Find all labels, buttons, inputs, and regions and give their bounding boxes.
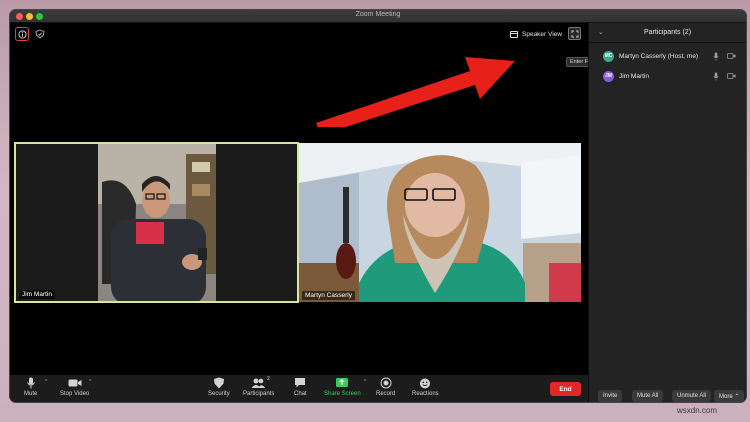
invite-button[interactable]: Invite [598, 390, 623, 402]
video-camera-icon [68, 379, 82, 387]
video-camera-icon[interactable] [727, 72, 736, 80]
participant-name: Jim Martin [619, 72, 649, 80]
record-label: Record [376, 391, 396, 397]
participants-title: Participants (2) [643, 29, 692, 36]
end-meeting-button[interactable]: End [550, 382, 581, 396]
video-feed [16, 144, 297, 301]
avatar: MC [603, 50, 614, 62]
security-button[interactable]: Security [208, 377, 230, 397]
unmute-all-button[interactable]: Unmute All [672, 390, 712, 402]
chat-button[interactable]: Chat [294, 377, 307, 397]
video-camera-icon[interactable] [727, 52, 736, 60]
audio-options-caret[interactable]: ^ [45, 379, 47, 385]
share-options-caret[interactable]: ^ [364, 379, 366, 385]
reactions-button[interactable]: Reactions [412, 377, 439, 397]
encryption-shield-button[interactable] [34, 28, 46, 40]
participant-row[interactable]: JM Jim Martin [589, 68, 746, 84]
collapse-chevron-icon[interactable]: ⌄ [598, 28, 604, 36]
microphone-icon[interactable] [713, 52, 719, 61]
participants-count: 2 [267, 376, 270, 382]
smiley-icon [420, 378, 431, 389]
meeting-info-button[interactable] [15, 27, 29, 41]
shield-icon [213, 377, 224, 389]
watermark: wsxdn.com [677, 406, 718, 415]
participants-icon [251, 378, 265, 388]
annotation-arrow [316, 57, 515, 127]
shield-check-icon [35, 29, 45, 39]
zoom-window: Zoom Meeting Speaker View Enter Full Sc [10, 10, 746, 402]
participant-controls [713, 52, 736, 61]
mute-button[interactable]: Mute [24, 377, 37, 397]
video-feed [299, 143, 581, 302]
speaker-view-label: Speaker View [522, 30, 562, 38]
record-icon [380, 377, 392, 389]
security-label: Security [208, 391, 230, 397]
meeting-toolbar: Mute ^ Stop Video ^ Security Participant… [10, 375, 588, 402]
avatar: JM [603, 70, 614, 82]
participant-row[interactable]: MC Martyn Casserly (Host, me) [589, 48, 746, 64]
mute-label: Mute [24, 391, 38, 397]
chat-bubble-icon [295, 378, 306, 388]
mute-all-button[interactable]: Mute All [632, 390, 664, 402]
video-tile-jim-martin[interactable]: Jim Martin [14, 142, 299, 303]
participants-header: ⌄ Participants (2) [589, 23, 746, 43]
title-bar: Zoom Meeting [10, 10, 746, 23]
participants-label: Participants [243, 391, 275, 397]
share-screen-button[interactable]: Share Screen [324, 377, 361, 397]
participant-name-tag: Martyn Casserly [302, 291, 355, 300]
share-screen-label: Share Screen [324, 391, 361, 397]
video-tile-martyn-casserly[interactable]: Martyn Casserly [299, 143, 581, 302]
participants-panel: ⌄ Participants (2) MC Martyn Casserly (H… [588, 23, 746, 402]
participant-name: Martyn Casserly (Host, me) [619, 52, 699, 60]
video-stage: Speaker View Enter Full Screen [10, 23, 617, 375]
more-button[interactable]: More ⌃ [714, 390, 745, 402]
participants-actions: Invite Mute All Unmute All More ⌃ [589, 390, 746, 402]
chat-label: Chat [294, 391, 307, 397]
reactions-label: Reactions [412, 391, 439, 397]
stop-video-label: Stop Video [60, 391, 90, 397]
fullscreen-button[interactable] [568, 27, 581, 40]
window-title: Zoom Meeting [355, 11, 401, 18]
participant-controls [713, 72, 736, 81]
participant-name-tag: Jim Martin [19, 290, 55, 299]
record-button[interactable]: Record [376, 377, 395, 397]
microphone-icon [26, 377, 35, 389]
stop-video-button[interactable]: Stop Video [60, 377, 89, 397]
share-screen-icon [336, 378, 349, 387]
info-icon [17, 29, 27, 39]
expand-icon [571, 30, 578, 37]
video-options-caret[interactable]: ^ [89, 379, 91, 385]
microphone-icon[interactable] [713, 72, 719, 81]
